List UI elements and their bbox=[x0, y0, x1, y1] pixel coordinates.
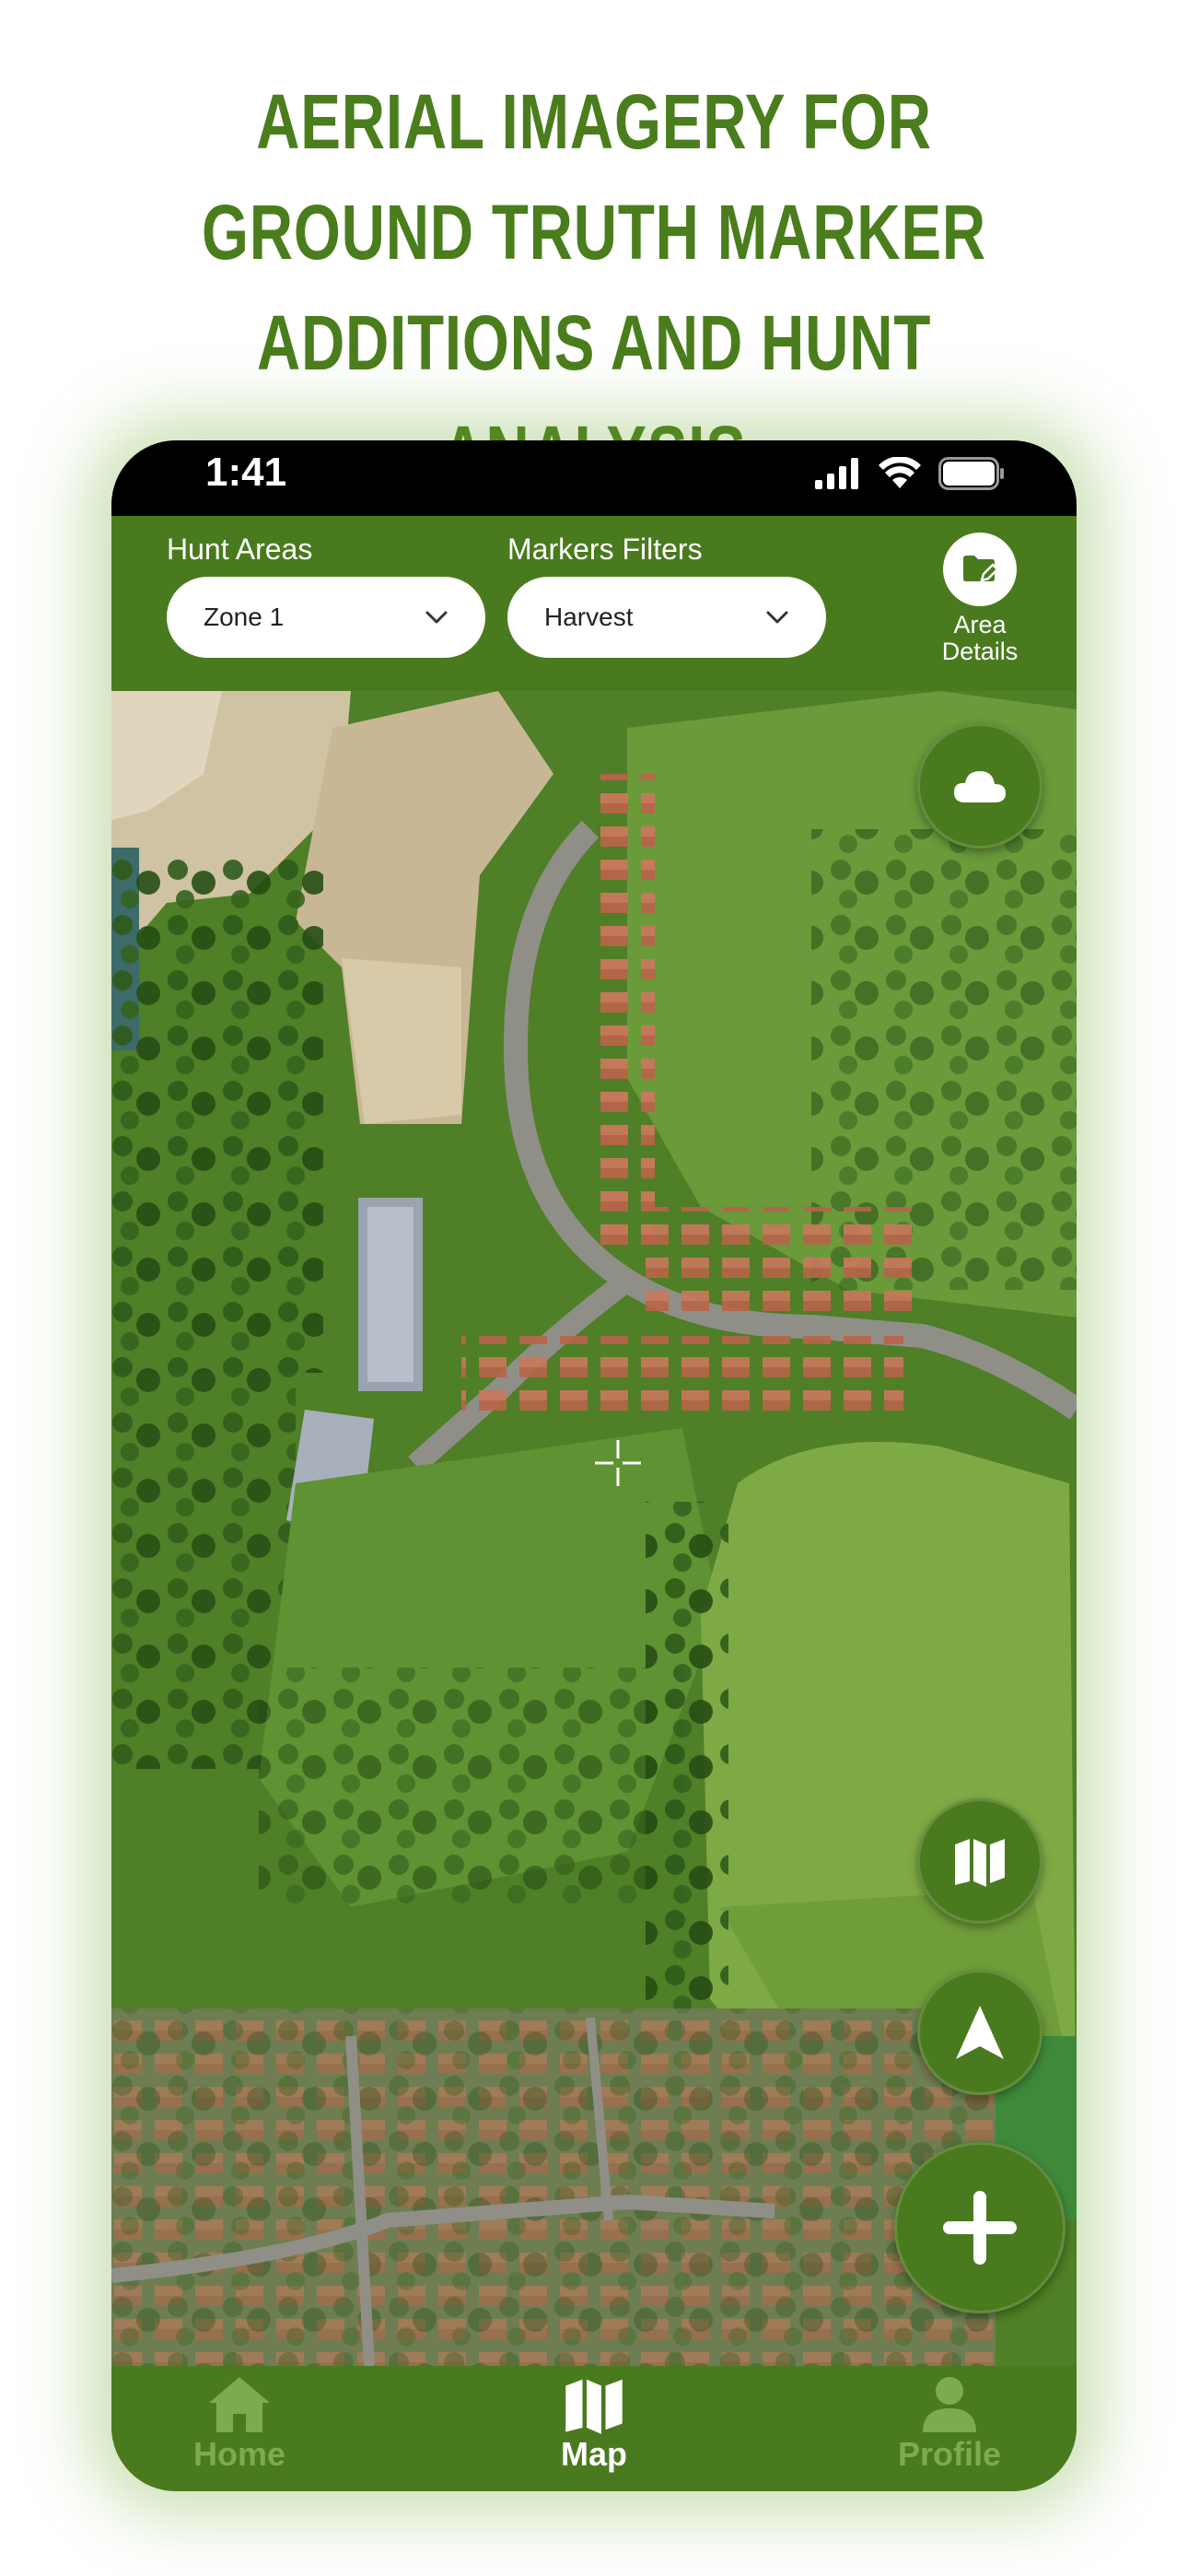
aerial-imagery bbox=[111, 691, 1077, 2366]
map-layers-icon bbox=[955, 1839, 1005, 1887]
aerial-map[interactable] bbox=[111, 691, 1077, 2366]
navigation-arrow-icon bbox=[956, 2006, 1004, 2059]
navigation-button[interactable] bbox=[917, 1970, 1042, 2095]
map-icon bbox=[565, 2379, 623, 2434]
home-icon bbox=[209, 2377, 270, 2432]
markers-filters-label: Markers Filters bbox=[507, 533, 703, 566]
profile-icon bbox=[923, 2377, 976, 2432]
nav-home[interactable]: Home bbox=[138, 2375, 341, 2474]
markers-filters-dropdown[interactable]: Harvest bbox=[507, 577, 826, 658]
nav-map[interactable]: Map bbox=[493, 2375, 695, 2474]
nav-map-label: Map bbox=[561, 2435, 627, 2473]
status-bar: 1:41 bbox=[111, 440, 1077, 516]
bottom-navigation: Home Map Profile bbox=[111, 2366, 1077, 2491]
hunt-areas-label: Hunt Areas bbox=[167, 533, 313, 566]
nav-profile[interactable]: Profile bbox=[848, 2375, 1051, 2474]
status-icons bbox=[815, 457, 1005, 490]
area-details-button[interactable]: Area Details bbox=[920, 533, 1040, 665]
chevron-down-icon bbox=[766, 611, 788, 624]
wifi-icon bbox=[879, 457, 921, 488]
filter-bar: Hunt Areas Zone 1 Markers Filters Harves… bbox=[111, 516, 1077, 691]
cloud-icon bbox=[954, 771, 1006, 802]
map-layers-button[interactable] bbox=[917, 1798, 1042, 1924]
plus-icon bbox=[943, 2191, 1017, 2265]
chevron-down-icon bbox=[425, 611, 448, 624]
nav-profile-label: Profile bbox=[897, 2435, 1002, 2473]
area-details-label: Area Details bbox=[941, 611, 1019, 665]
status-time: 1:41 bbox=[205, 450, 287, 495]
battery-icon bbox=[938, 457, 1004, 490]
folder-edit-icon bbox=[943, 533, 1017, 606]
hunt-areas-value: Zone 1 bbox=[204, 603, 285, 631]
add-marker-button[interactable] bbox=[894, 2142, 1066, 2313]
weather-button[interactable] bbox=[917, 723, 1042, 849]
phone-frame: 1:41 Hunt Areas Zone 1 Markers Filters H… bbox=[111, 440, 1077, 2491]
cellular-signal-icon bbox=[815, 458, 858, 489]
markers-filters-value: Harvest bbox=[544, 603, 634, 631]
nav-home-label: Home bbox=[192, 2435, 286, 2473]
hunt-areas-dropdown[interactable]: Zone 1 bbox=[167, 577, 485, 658]
